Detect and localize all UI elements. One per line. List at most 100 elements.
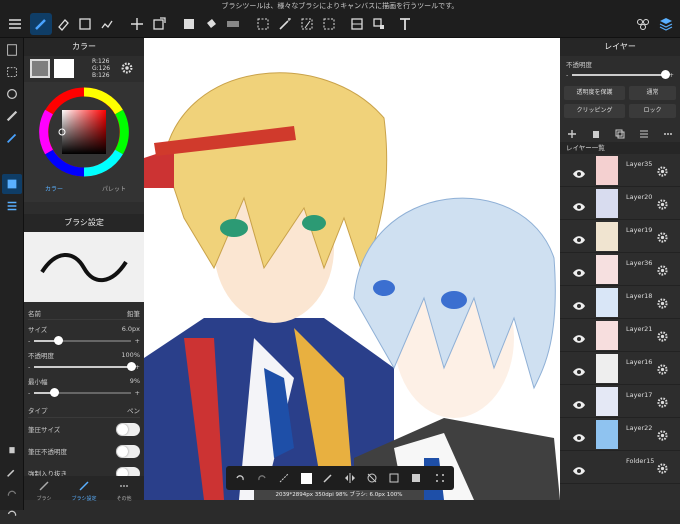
minwidth-slider[interactable] xyxy=(34,388,131,397)
minwidth-plus[interactable]: + xyxy=(135,389,140,397)
visibility-eye-icon[interactable] xyxy=(572,197,586,216)
layer-list-icon[interactable] xyxy=(639,124,649,143)
color-wheel[interactable] xyxy=(24,82,144,182)
size-plus[interactable]: + xyxy=(135,337,140,345)
opacity-slider[interactable] xyxy=(34,362,136,371)
size-slider-knob[interactable] xyxy=(54,336,64,345)
primary-color-swatch[interactable] xyxy=(30,59,50,78)
undo-button-icon[interactable] xyxy=(232,470,248,486)
text-tool-icon[interactable] xyxy=(394,13,416,35)
layer-settings-gear-icon[interactable] xyxy=(656,196,669,215)
layer-settings-gear-icon[interactable] xyxy=(656,460,669,479)
layer-row[interactable]: Layer19 xyxy=(560,220,680,253)
eyedropper-icon[interactable] xyxy=(2,462,22,482)
visibility-eye-icon[interactable] xyxy=(572,263,586,282)
visibility-eye-icon[interactable] xyxy=(572,329,586,348)
hand-tool-icon[interactable] xyxy=(2,438,22,458)
blend-mode-button[interactable]: 通常 xyxy=(629,86,676,100)
duplicate-layer-icon[interactable] xyxy=(615,124,625,143)
layer-row[interactable]: Layer20 xyxy=(560,187,680,220)
layer-row[interactable]: Layer18 xyxy=(560,286,680,319)
magic-wand-icon[interactable] xyxy=(274,13,296,35)
layer-opacity-knob[interactable] xyxy=(660,70,670,79)
layer-row[interactable]: Layer35 xyxy=(560,154,680,187)
size-minus[interactable]: - xyxy=(28,337,30,345)
redo-icon[interactable] xyxy=(2,484,22,504)
layer-row[interactable]: Layer22 xyxy=(560,418,680,451)
layer-opacity-slider[interactable] xyxy=(572,70,670,79)
layer-row[interactable]: Layer16 xyxy=(560,352,680,385)
move-tool-icon[interactable] xyxy=(126,13,148,35)
size-slider[interactable] xyxy=(34,336,131,345)
clipping-button[interactable]: クリッピング xyxy=(564,104,626,118)
visibility-eye-icon[interactable] xyxy=(572,296,586,315)
minwidth-minus[interactable]: - xyxy=(28,389,30,397)
drawing-canvas[interactable] xyxy=(144,38,560,500)
color-swatch-button[interactable] xyxy=(298,470,314,486)
select-eraser-icon[interactable] xyxy=(318,13,340,35)
transform-button-icon[interactable] xyxy=(276,470,292,486)
eraser-tool-icon[interactable] xyxy=(52,13,74,35)
rotate-icon[interactable] xyxy=(2,84,22,104)
pressure-opacity-toggle[interactable] xyxy=(116,444,140,458)
visibility-eye-icon[interactable] xyxy=(572,230,586,249)
redo-button-icon[interactable] xyxy=(254,470,270,486)
layer-settings-gear-icon[interactable] xyxy=(656,295,669,314)
brush-list-icon[interactable] xyxy=(2,196,22,216)
layers-toggle-icon[interactable] xyxy=(655,13,677,35)
fill-rect-icon[interactable] xyxy=(178,13,200,35)
smudge-tool-icon[interactable] xyxy=(96,13,118,35)
color-settings-gear-icon[interactable] xyxy=(120,60,134,79)
fill-button-icon[interactable] xyxy=(408,470,424,486)
layer-settings-gear-icon[interactable] xyxy=(656,262,669,281)
layer-more-icon[interactable] xyxy=(663,124,673,143)
layer-settings-gear-icon[interactable] xyxy=(656,394,669,413)
more-grid-icon[interactable] xyxy=(432,470,448,486)
menu-icon[interactable] xyxy=(4,13,26,35)
brush-settings-tab[interactable]: ブラシ設定 xyxy=(64,476,104,502)
panel-tool-icon[interactable] xyxy=(368,13,390,35)
select-edit-icon[interactable] xyxy=(386,470,402,486)
visibility-eye-icon[interactable] xyxy=(572,395,586,414)
layer-row[interactable]: Folder15 xyxy=(560,451,680,484)
snap-off-icon[interactable] xyxy=(364,470,380,486)
layer-settings-gear-icon[interactable] xyxy=(656,229,669,248)
bucket-tool-icon[interactable] xyxy=(200,13,222,35)
select-pen-icon[interactable] xyxy=(296,13,318,35)
type-row[interactable]: タイプ ペン xyxy=(28,402,140,418)
brush-tool-icon[interactable] xyxy=(30,13,52,35)
flip-button-icon[interactable] xyxy=(342,470,358,486)
transform-tool-icon[interactable] xyxy=(148,13,170,35)
frame-divider-icon[interactable] xyxy=(346,13,368,35)
select-tool-icon[interactable] xyxy=(252,13,274,35)
layer-row[interactable]: Layer36 xyxy=(560,253,680,286)
color-panel-icon[interactable] xyxy=(2,174,22,194)
visibility-eye-icon[interactable] xyxy=(572,461,586,480)
pressure-size-toggle[interactable] xyxy=(116,422,140,436)
layer-settings-gear-icon[interactable] xyxy=(656,163,669,182)
shape-tool-icon[interactable] xyxy=(74,13,96,35)
protect-alpha-button[interactable]: 透明度を保護 xyxy=(564,86,626,100)
layer-settings-gear-icon[interactable] xyxy=(656,427,669,446)
add-layer-icon[interactable] xyxy=(567,124,577,143)
visibility-eye-icon[interactable] xyxy=(572,164,586,183)
lock-button[interactable]: ロック xyxy=(629,104,676,118)
layer-opacity-minus[interactable]: - xyxy=(566,71,568,79)
eyedropper-button-icon[interactable] xyxy=(320,470,336,486)
brush-tab[interactable]: ブラシ xyxy=(24,476,64,502)
color-wheel-area[interactable]: カラー パレット xyxy=(24,82,144,202)
layer-settings-gear-icon[interactable] xyxy=(656,328,669,347)
gallery-icon[interactable] xyxy=(2,40,22,60)
layer-settings-gear-icon[interactable] xyxy=(656,361,669,380)
material-icon[interactable] xyxy=(632,13,654,35)
layer-row[interactable]: Layer21 xyxy=(560,319,680,352)
brush-name-row[interactable]: 名前 鉛筆 xyxy=(28,306,140,320)
secondary-color-swatch[interactable] xyxy=(54,59,74,78)
other-tab[interactable]: その他 xyxy=(104,476,144,502)
minwidth-slider-knob[interactable] xyxy=(49,388,59,397)
palette-tab[interactable]: パレット xyxy=(84,184,144,193)
opacity-slider-knob[interactable] xyxy=(126,362,136,371)
undo-icon[interactable] xyxy=(2,504,22,524)
visibility-eye-icon[interactable] xyxy=(572,362,586,381)
opacity-minus[interactable]: - xyxy=(28,363,30,371)
